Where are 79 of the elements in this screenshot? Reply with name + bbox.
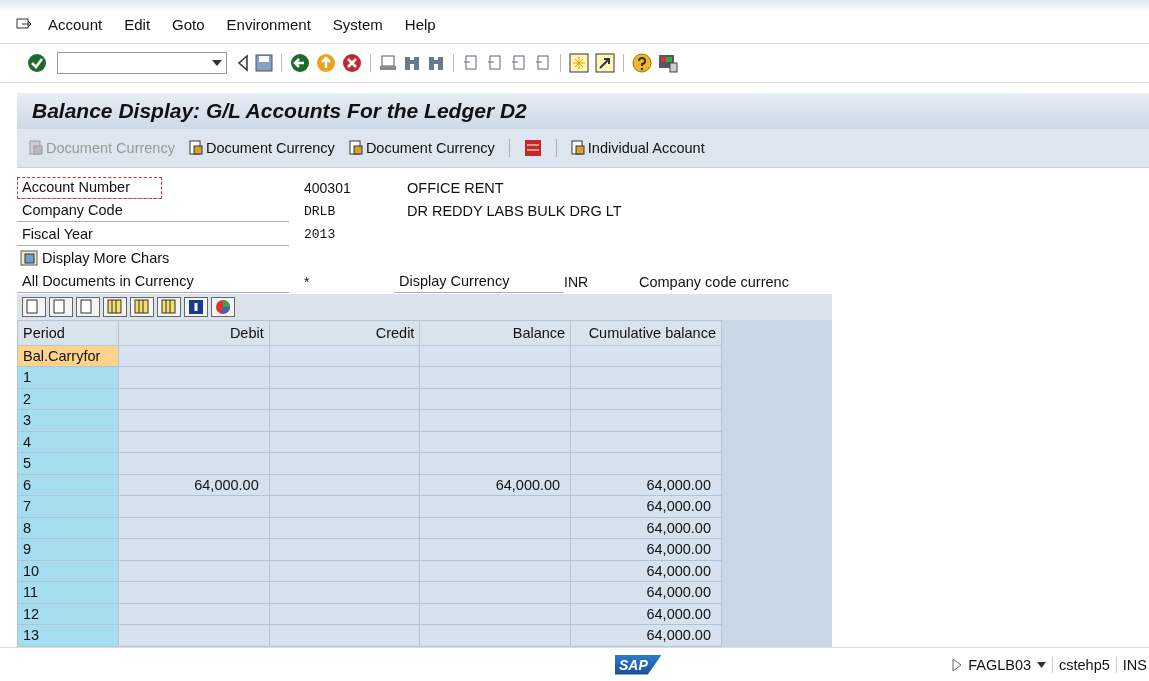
screen-title: Balance Display: G/L Accounts For the Ledger D2 [32, 99, 527, 123]
table-cell: 8 [17, 517, 119, 539]
column-header[interactable]: Debit [118, 320, 270, 345]
table-cell: 2 [17, 388, 119, 410]
field-value: 400301 [303, 179, 352, 196]
field-value: DRLB [303, 203, 337, 219]
field-value: INR [564, 273, 590, 290]
table-cell: 10 [17, 560, 119, 582]
save-icon[interactable] [255, 54, 273, 72]
table-cell: 7 [17, 495, 119, 517]
window-icon[interactable] [569, 53, 589, 73]
chart-icon[interactable] [211, 296, 235, 317]
field-value: * [303, 273, 311, 290]
document-icon [570, 140, 585, 156]
field-description: OFFICE RENT [407, 179, 504, 196]
table-cell: 6 [17, 474, 119, 496]
toolbar-button[interactable]: Document Currency [348, 140, 495, 156]
page-icon[interactable] [49, 296, 73, 317]
document-icon [29, 140, 43, 156]
grid-icon[interactable] [157, 296, 181, 317]
page-icon[interactable] [510, 54, 528, 72]
page-icon[interactable] [534, 54, 552, 72]
print-icon[interactable] [379, 54, 397, 72]
page-icon[interactable] [22, 296, 46, 317]
page-icon[interactable] [486, 54, 504, 72]
cancel-icon[interactable] [342, 53, 362, 73]
field-label: Account Number [17, 176, 162, 199]
help-icon[interactable] [632, 53, 652, 73]
triangle-icon[interactable] [237, 54, 249, 72]
command-field[interactable] [57, 52, 227, 74]
menu-item[interactable]: Edit [124, 16, 151, 33]
table-cell: 4 [17, 431, 119, 453]
check-icon[interactable] [27, 53, 47, 73]
toolbar-button[interactable]: Document Currency [188, 140, 335, 156]
field-description: Company code currenc [639, 273, 789, 290]
menu-item[interactable]: Account [48, 16, 103, 33]
display-more-button[interactable]: Display More Chars [17, 250, 170, 267]
menu-icon[interactable] [16, 17, 32, 32]
column-header[interactable]: Credit [269, 320, 420, 345]
table-cell: Bal.Carryfor [17, 345, 119, 367]
field-label: Fiscal Year [17, 223, 289, 246]
document-icon [188, 140, 203, 156]
column-header[interactable]: Cumulative balance [570, 320, 722, 345]
menu-item[interactable]: System [332, 16, 383, 33]
menu-item[interactable]: Environment [226, 16, 311, 33]
table-cell: 9 [17, 538, 119, 560]
monitor-icon[interactable] [658, 53, 678, 73]
column-header[interactable]: Balance [419, 320, 571, 345]
column-header[interactable]: Period [17, 320, 119, 345]
dropdown-icon[interactable] [212, 60, 222, 66]
grid-icon[interactable] [103, 296, 127, 317]
server-name: cstehp5 [1052, 656, 1110, 673]
menu-item[interactable]: Help [404, 16, 436, 33]
menu-item[interactable]: Goto [172, 16, 205, 33]
back-icon[interactable] [290, 53, 310, 73]
transaction-code: FAGLB03 [968, 656, 1032, 673]
field-description: DR REDDY LABS BULK DRG LT [407, 203, 622, 220]
shortcut-icon[interactable] [595, 53, 615, 73]
page-icon[interactable] [76, 296, 100, 317]
input-mode: INS [1115, 656, 1147, 673]
table-cell: 12 [17, 603, 119, 625]
table-cell: 3 [17, 409, 119, 431]
document-icon [348, 140, 363, 156]
field-label: Company Code [17, 200, 289, 223]
field-label: Display Currency [394, 270, 564, 293]
table-cell: 13 [17, 624, 119, 646]
field-value: 2013 [303, 227, 337, 243]
dropdown-icon[interactable] [1037, 661, 1047, 668]
table-cell: 1 [17, 366, 119, 388]
window-icon [20, 250, 38, 267]
field-label: All Documents in Currency [17, 270, 289, 293]
currency-icon[interactable] [523, 139, 542, 157]
sap-logo: SAP [615, 654, 662, 675]
toolbar-button[interactable]: Individual Account [570, 140, 705, 156]
table-cell: 11 [17, 581, 119, 603]
info-icon[interactable] [184, 296, 208, 317]
page-icon[interactable] [462, 54, 480, 72]
table-cell: 5 [17, 452, 119, 474]
grid-icon[interactable] [130, 296, 154, 317]
